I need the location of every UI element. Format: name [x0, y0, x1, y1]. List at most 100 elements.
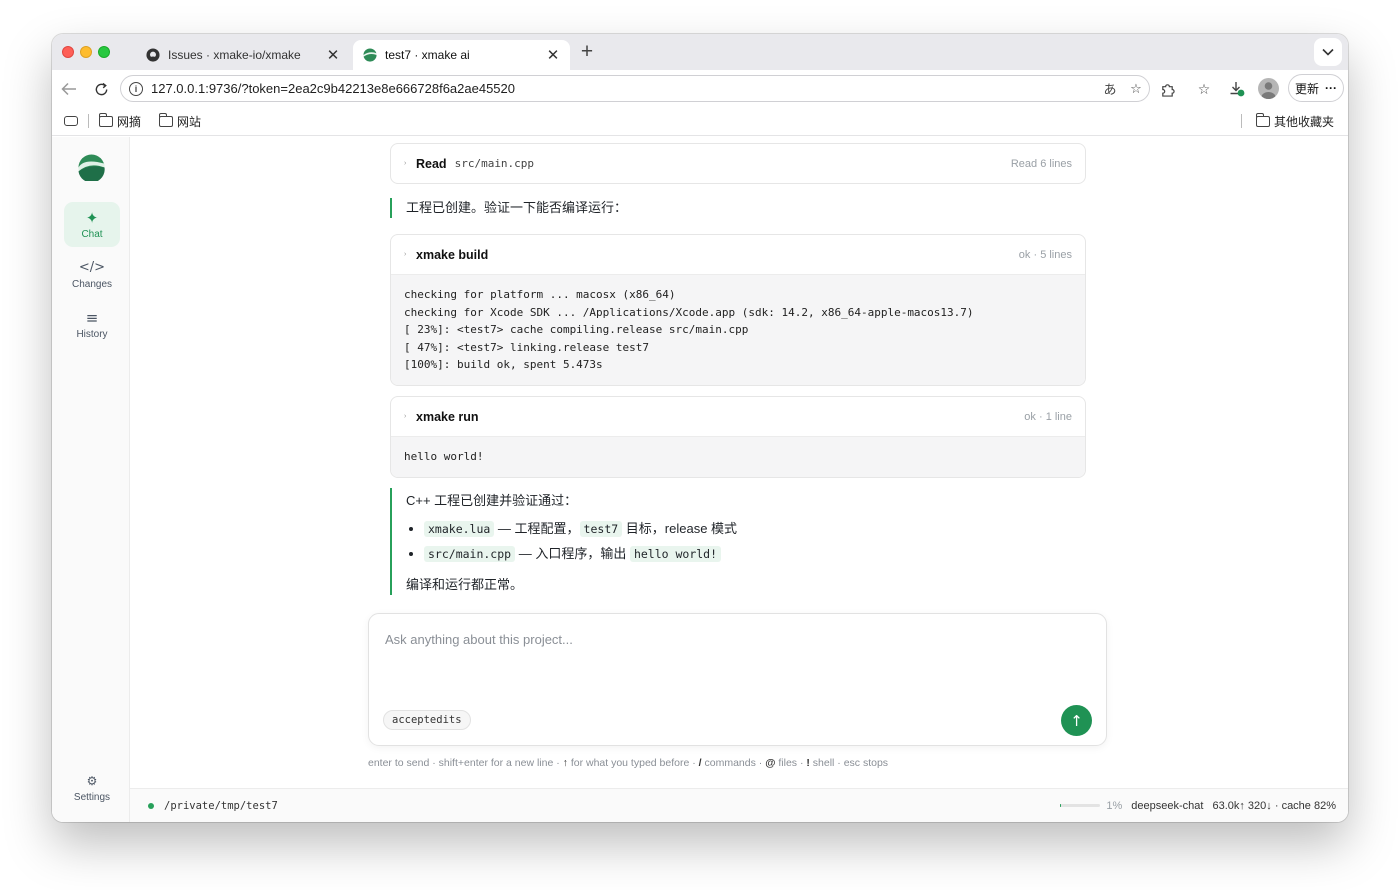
sidebar-item-settings[interactable]: ⚙ Settings [64, 765, 120, 810]
tool-card-read[interactable]: › Read src/main.cpp Read 6 lines [390, 143, 1086, 184]
list-item: xmake.lua — 工程配置，test7 目标，release 模式 [424, 519, 737, 539]
sidebar-item-chat[interactable]: ✦ Chat [64, 202, 120, 247]
sparkle-icon: ✦ [85, 208, 99, 227]
update-label: 更新 [1294, 81, 1319, 96]
tool-output: checking for platform ... macosx (x86_64… [391, 274, 1085, 385]
minimize-window-button[interactable] [80, 46, 92, 58]
folder-icon [159, 112, 174, 127]
context-usage-bar [1060, 804, 1101, 807]
github-icon [146, 48, 160, 62]
keyboard-hints: enter to send · shift+enter for a new li… [368, 757, 888, 769]
more-icon: ··· [1325, 81, 1337, 95]
reload-button[interactable] [90, 78, 112, 100]
chevron-down-icon [1322, 48, 1334, 56]
bookmarks-bar: 网摘 网站 其他收藏夹 [52, 107, 1348, 136]
close-tab-icon[interactable]: ✕ [326, 46, 340, 64]
summary-outro: 编译和运行都正常。 [406, 577, 524, 592]
composer-input[interactable]: Ask anything about this project... [385, 632, 573, 647]
extensions-icon[interactable] [1156, 78, 1178, 100]
sidebar-item-changes[interactable]: </> Changes [64, 252, 120, 297]
close-window-button[interactable] [62, 46, 74, 58]
tool-card-header[interactable]: › xmake run ok · 1 line [391, 397, 1085, 436]
tool-meta: Read 6 lines [1010, 157, 1072, 170]
sidebar-item-label: Settings [73, 791, 111, 803]
assistant-summary: C++ 工程已创建并验证通过： xmake.lua — 工程配置，test7 目… [390, 488, 737, 595]
address-bar[interactable]: i 127.0.0.1:9736/?token=2ea2c9b42213e8e6… [120, 75, 1150, 102]
close-tab-icon[interactable]: ✕ [546, 46, 560, 64]
inline-code: xmake.lua [424, 521, 495, 537]
star-icon[interactable]: ☆ [1123, 81, 1149, 97]
bookmark-separator [1240, 114, 1242, 128]
reading-list-icon[interactable] [64, 116, 78, 126]
mode-chip[interactable]: acceptedits [383, 710, 471, 730]
send-button[interactable]: ↑ [1061, 705, 1092, 736]
sidebar-item-label: Changes [71, 278, 113, 290]
profile-avatar[interactable] [1258, 78, 1279, 99]
token-usage: 63.0k↑ 320↓ · cache 82% [1212, 799, 1336, 812]
bookmark-label: 网摘 [117, 114, 142, 129]
status-bar: /private/tmp/test7 1% deepseek-chat 63.0… [130, 788, 1348, 822]
tool-card-build[interactable]: › xmake build ok · 5 lines checking for … [390, 234, 1086, 386]
translate-icon[interactable]: あ [1097, 79, 1123, 98]
reload-icon [95, 82, 107, 95]
favorites-icon[interactable]: ☆ [1193, 78, 1215, 100]
sidebar-item-history[interactable]: ≡ History [64, 302, 120, 347]
tool-name: xmake run [416, 409, 479, 424]
arrow-left-icon [61, 82, 76, 96]
back-button[interactable] [58, 78, 80, 100]
download-icon[interactable] [1226, 78, 1248, 100]
assistant-message: 工程已创建。验证一下能否编译运行： [390, 198, 627, 218]
tool-card-header[interactable]: › xmake build ok · 5 lines [391, 235, 1085, 274]
other-bookmarks-folder[interactable]: 其他收藏夹 [1255, 112, 1334, 130]
model-name: deepseek-chat [1131, 799, 1204, 812]
site-info-icon[interactable]: i [129, 81, 143, 96]
bookmark-label: 网站 [177, 114, 202, 129]
chat-main: › Read src/main.cpp Read 6 lines 工程已创建。验… [130, 137, 1348, 788]
tab-list-button[interactable] [1314, 38, 1342, 66]
gear-icon: ⚙ [86, 773, 98, 788]
update-button[interactable]: 更新 ··· [1288, 74, 1344, 102]
summary-intro: C++ 工程已创建并验证通过： [406, 493, 578, 508]
tab-title: test7 · xmake ai [385, 48, 470, 62]
tab-strip: Issues · xmake-io/xmake ✕ test7 · xmake … [52, 34, 1348, 70]
list-icon: ≡ [85, 308, 99, 327]
browser-tab-issues[interactable]: Issues · xmake-io/xmake ✕ [136, 40, 350, 70]
sidebar-item-label: Chat [81, 228, 103, 240]
sidebar-item-label: History [76, 328, 108, 340]
url-text[interactable]: 127.0.0.1:9736/?token=2ea2c9b42213e8e666… [151, 81, 1097, 96]
hint-text: files · [775, 757, 807, 769]
inline-code: src/main.cpp [424, 546, 516, 562]
bookmark-folder-wangzhai[interactable]: 网摘 [99, 112, 142, 130]
list-item: src/main.cpp — 入口程序，输出 hello world! [424, 544, 737, 564]
caret-icon: › [404, 251, 407, 258]
bookmark-label: 其他收藏夹 [1273, 114, 1334, 129]
tool-meta: ok · 5 lines [1018, 248, 1072, 261]
list-text: 目标，release 模式 [622, 521, 738, 536]
xmake-logo [78, 154, 105, 181]
hint-text: enter to send · shift+enter for a new li… [368, 757, 563, 769]
xmake-logo-icon [363, 48, 377, 62]
hint-text: for what you typed before · [567, 757, 699, 769]
tool-name: xmake build [416, 247, 489, 262]
chat-composer[interactable]: Ask anything about this project... accep… [368, 613, 1107, 746]
browser-toolbar: i 127.0.0.1:9736/?token=2ea2c9b42213e8e6… [52, 70, 1348, 107]
inline-code: hello world! [629, 546, 722, 562]
bookmark-separator [88, 114, 89, 128]
xmake-ai-app: ✦ Chat </> Changes ≡ History ⚙ Settings … [52, 137, 1348, 822]
tool-meta: ok · 1 line [1024, 410, 1072, 423]
browser-window: Issues · xmake-io/xmake ✕ test7 · xmake … [52, 34, 1348, 822]
context-percent: 1% [1106, 799, 1123, 812]
tool-name: Read [416, 156, 447, 171]
summary-list: xmake.lua — 工程配置，test7 目标，release 模式 src… [406, 519, 737, 564]
tool-path: src/main.cpp [454, 157, 535, 170]
app-sidebar: ✦ Chat </> Changes ≡ History ⚙ Settings [52, 137, 130, 822]
new-tab-button[interactable]: + [576, 40, 598, 64]
zoom-window-button[interactable] [98, 46, 110, 58]
browser-tab-test7[interactable]: test7 · xmake ai ✕ [353, 40, 570, 70]
bookmark-folder-wangzhan[interactable]: 网站 [159, 112, 202, 130]
tool-card-run[interactable]: › xmake run ok · 1 line hello world! [390, 396, 1086, 478]
folder-icon [99, 112, 113, 127]
hint-text: shell · esc stops [809, 757, 889, 769]
list-text: — 工程配置， [494, 521, 580, 536]
tool-card-header[interactable]: › Read src/main.cpp Read 6 lines [391, 144, 1085, 183]
